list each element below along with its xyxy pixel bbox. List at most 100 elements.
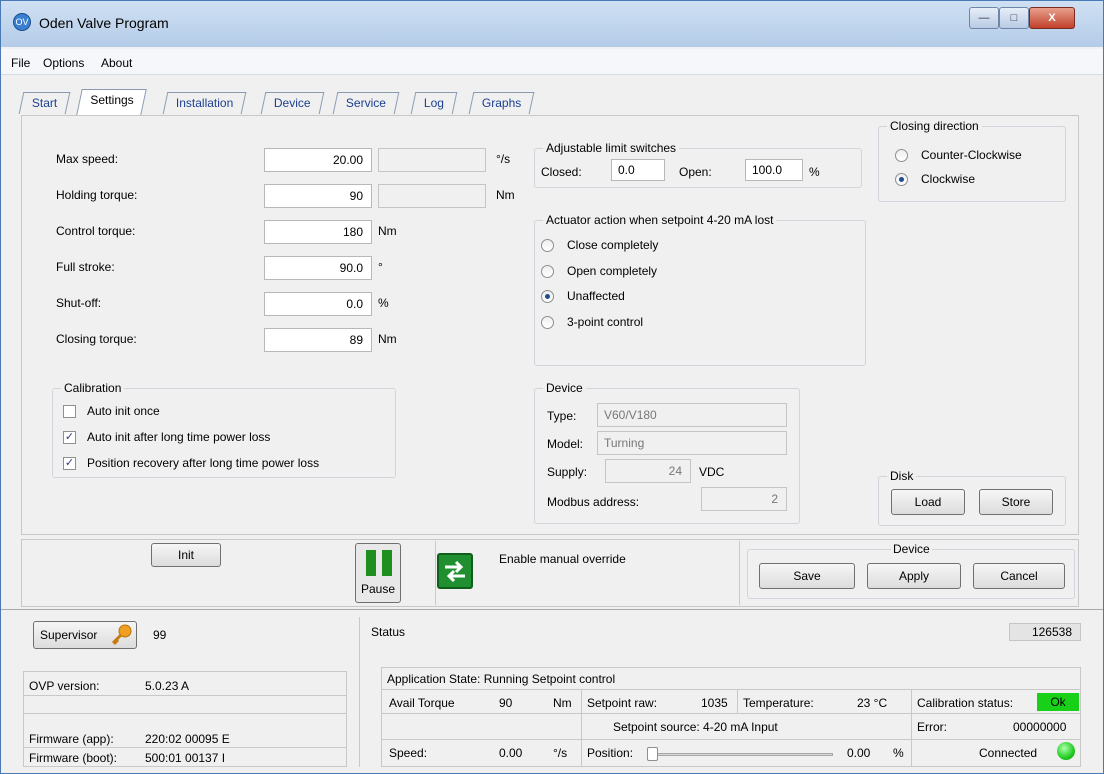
title-bar[interactable]: OV Oden Valve Program — □ X: [1, 1, 1103, 47]
open-input[interactable]: 100.0: [745, 159, 803, 181]
window-title: Oden Valve Program: [39, 15, 169, 31]
auto-init-once-label: Auto init once: [87, 404, 160, 418]
closing-direction-group: Closing direction Counter-Clockwise Cloc…: [878, 119, 1066, 202]
status-grid-line: [737, 689, 738, 713]
error-value: 00000000: [1013, 720, 1067, 734]
divider-left: [435, 541, 436, 605]
supply-label: Supply:: [547, 465, 588, 479]
temperature-value: 23 °C: [857, 696, 888, 710]
control-torque-unit: Nm: [378, 224, 397, 238]
setpoint-source: Setpoint source: 4-20 mA Input: [613, 720, 778, 734]
open-completely-label: Open completely: [567, 264, 658, 278]
load-button[interactable]: Load: [891, 489, 965, 515]
temperature-label: Temperature:: [743, 696, 814, 710]
tab-bar: Start Settings Installation Device Servi…: [18, 89, 1091, 115]
minimize-button[interactable]: —: [969, 7, 999, 29]
limit-unit: %: [809, 165, 820, 179]
menu-bar: File Options About: [1, 49, 1103, 75]
cancel-button[interactable]: Cancel: [973, 563, 1065, 589]
max-speed-input[interactable]: 20.00: [264, 148, 372, 172]
control-torque-input[interactable]: 180: [264, 220, 372, 244]
status-split: [359, 617, 360, 767]
status-grid-line: [381, 689, 1081, 690]
closing-torque-label: Closing torque:: [56, 332, 137, 346]
counter-clockwise-radio[interactable]: [895, 149, 908, 162]
close-completely-radio[interactable]: [541, 239, 554, 252]
manual-override-button[interactable]: [437, 553, 473, 589]
full-stroke-input[interactable]: 90.0: [264, 256, 372, 280]
auto-init-power-loss-checkbox[interactable]: ✓: [63, 431, 76, 444]
unaffected-radio[interactable]: [541, 290, 554, 303]
close-completely-label: Close completely: [567, 238, 659, 252]
close-button[interactable]: X: [1029, 7, 1075, 29]
holding-torque-label: Holding torque:: [56, 188, 138, 202]
modbus-address-label: Modbus address:: [547, 495, 640, 509]
avail-torque-label: Avail Torque: [389, 696, 455, 710]
closed-input[interactable]: 0.0: [611, 159, 665, 181]
error-label: Error:: [917, 720, 947, 734]
device-type-field: V60/V180: [597, 403, 787, 427]
holding-torque-unit: Nm: [496, 188, 515, 202]
divider-right: [739, 541, 740, 605]
speed-label: Speed:: [389, 746, 428, 760]
position-slider[interactable]: [647, 747, 833, 761]
tab-settings[interactable]: Settings: [76, 89, 148, 115]
tab-service[interactable]: Service: [332, 92, 400, 114]
counter-clockwise-label: Counter-Clockwise: [921, 148, 1022, 162]
open-completely-radio[interactable]: [541, 265, 554, 278]
tab-start[interactable]: Start: [18, 92, 71, 114]
pause-button[interactable]: Pause: [355, 543, 401, 603]
clockwise-label: Clockwise: [921, 172, 976, 186]
position-recovery-checkbox[interactable]: ✓: [63, 457, 76, 470]
slider-track: [647, 753, 833, 756]
device-actions-title: Device: [891, 542, 932, 556]
position-label: Position:: [587, 746, 634, 760]
device-model-field: Turning: [597, 431, 787, 455]
supply-field: 24: [605, 459, 691, 483]
manual-override-label: Enable manual override: [499, 552, 626, 566]
three-point-control-radio[interactable]: [541, 316, 554, 329]
version-row-line: [23, 713, 347, 714]
avail-torque-value: 90: [499, 696, 513, 710]
tab-device[interactable]: Device: [260, 92, 325, 114]
calibration-title: Calibration: [61, 381, 125, 395]
slider-thumb[interactable]: [647, 747, 658, 761]
auto-init-once-checkbox[interactable]: [63, 405, 76, 418]
tab-log[interactable]: Log: [410, 92, 458, 114]
tab-installation[interactable]: Installation: [162, 92, 247, 114]
calibration-group: Calibration Auto init once ✓ Auto init a…: [52, 381, 396, 478]
menu-about[interactable]: About: [101, 56, 132, 70]
save-button[interactable]: Save: [759, 563, 855, 589]
menu-options[interactable]: Options: [43, 56, 84, 70]
holding-torque-input[interactable]: 90: [264, 184, 372, 208]
supervisor-label: Supervisor: [40, 628, 98, 642]
calibration-status-badge: Ok: [1037, 693, 1079, 711]
shut-off-input[interactable]: 0.0: [264, 292, 372, 316]
apply-button[interactable]: Apply: [867, 563, 961, 589]
closing-torque-unit: Nm: [378, 332, 397, 346]
main-window: OV Oden Valve Program — □ X File Options…: [0, 0, 1104, 774]
store-button[interactable]: Store: [979, 489, 1053, 515]
clockwise-radio[interactable]: [895, 173, 908, 186]
tab-graphs[interactable]: Graphs: [468, 92, 535, 114]
device-info-group: Device Type: V60/V180 Model: Turning Sup…: [534, 381, 800, 524]
status-grid-line: [381, 739, 1081, 740]
status-counter: 126538: [1009, 623, 1081, 641]
application-state: Application State: Running Setpoint cont…: [387, 672, 616, 686]
modbus-address-field: 2: [701, 487, 787, 511]
unaffected-label: Unaffected: [567, 289, 625, 303]
shut-off-label: Shut-off:: [56, 296, 102, 310]
closing-torque-input[interactable]: 89: [264, 328, 372, 352]
calibration-status-label: Calibration status:: [917, 696, 1014, 710]
menu-file[interactable]: File: [11, 56, 30, 70]
swap-arrows-icon: [445, 560, 465, 583]
maximize-button[interactable]: □: [999, 7, 1029, 29]
avail-torque-unit: Nm: [553, 696, 572, 710]
key-icon: [111, 624, 132, 646]
status-grid-line: [581, 689, 582, 767]
status-grid-line: [911, 689, 912, 767]
firmware-app-value: 220:02 00095 E: [145, 732, 230, 746]
supervisor-button[interactable]: Supervisor: [33, 621, 137, 649]
init-button[interactable]: Init: [151, 543, 221, 567]
speed-value: 0.00: [499, 746, 523, 760]
